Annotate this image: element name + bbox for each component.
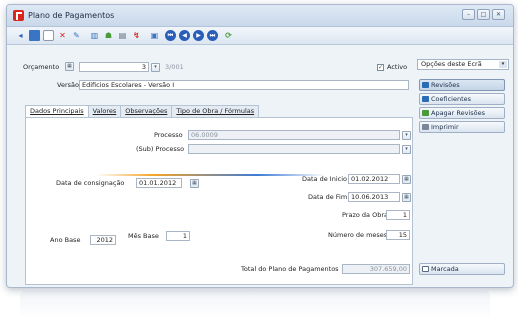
section-divider [96,174,326,176]
subprocesso-label: (Sub) Processo [136,145,185,153]
activo-label: Activo [387,63,408,71]
window-reflection [20,290,490,320]
data-consignacao-calendar-icon[interactable]: ▦ [190,179,199,188]
tab-panel: Processo 06.0009 ▾ (Sub) Processo ▾ Data… [25,117,413,285]
chart-icon[interactable]: ▥ [89,30,100,41]
data-inicio-input[interactable]: 01.02.2012 [348,174,400,184]
total-label: Total do Plano de Pagamentos [241,265,339,273]
revisoes-icon [422,82,429,88]
back-icon[interactable]: ◂ [15,30,26,41]
data-fim-input[interactable]: 10.06.2013 [348,192,400,202]
tab-valores[interactable]: Valores [87,105,122,117]
users-icon[interactable]: ☗ [103,30,114,41]
prazo-input[interactable]: 1 [386,210,410,220]
data-fim-label: Data de Fim [308,193,348,201]
previous-icon[interactable]: ◀ [179,30,190,41]
window-title: Plano de Pagamentos [28,11,115,20]
orcamento-ref: 3/001 [165,63,184,71]
apagar-revisoes-label: Apagar Revisões [431,109,486,117]
data-fim-calendar-icon[interactable]: ▦ [402,193,411,202]
processo-input[interactable]: 06.0009 [188,130,400,140]
main-area: Orçamento ▦ 3 ▾ 3/001 ✓ Activo Versão Ed… [13,51,413,287]
close-button[interactable]: ✕ [492,9,505,20]
activo-checkbox[interactable]: ✓ [377,64,384,71]
print-icon [422,124,429,130]
orcamento-number-input[interactable]: 3 [79,62,149,72]
delete-icon[interactable]: ✕ [57,30,68,41]
app-window: Plano de Pagamentos – □ ✕ ◂ ✕ ✎ ▥ ☗ ▤ ↯ … [6,4,514,288]
data-inicio-label: Data de Inicio [302,175,347,183]
tab-observacoes[interactable]: Observações [120,105,173,117]
title-bar: Plano de Pagamentos – □ ✕ [7,5,513,27]
subprocesso-lookup-icon[interactable]: ▾ [402,145,411,154]
toolbar: ◂ ✕ ✎ ▥ ☗ ▤ ↯ ▣ ⏮ ◀ ▶ ⏭ ⟳ [7,27,513,45]
print-icon[interactable]: ▤ [117,30,128,41]
coeficientes-button[interactable]: Coeficientes [419,93,505,105]
next-icon[interactable]: ▶ [193,30,204,41]
total-value: 307.659,00 [342,264,410,274]
chevron-down-icon: ▾ [499,61,507,68]
prazo-label: Prazo da Obra [342,211,388,219]
options-sidebar: Opções deste Ecrã ▾ Revisões Coeficiente… [417,51,509,287]
apagar-revisoes-icon [422,110,429,116]
imprimir-button[interactable]: Imprimir [419,121,505,133]
imprimir-label: Imprimir [431,123,459,131]
tab-bar: Dados Principais Valores Observações Tip… [25,105,260,118]
orcamento-picker-icon[interactable]: ▾ [151,63,160,72]
save-icon[interactable] [29,30,40,41]
export-icon[interactable]: ↯ [131,30,142,41]
refresh-icon[interactable]: ⟳ [223,30,234,41]
app-logo-icon [13,10,24,21]
orcamento-label: Orçamento [23,63,60,71]
processo-lookup-icon[interactable]: ▾ [402,131,411,140]
processo-label: Processo [154,131,183,139]
edit-icon[interactable]: ✎ [71,30,82,41]
marcada-button[interactable]: Marcada [419,263,505,275]
checkbox-icon [422,266,429,272]
revisoes-button[interactable]: Revisões [419,79,505,91]
versao-label: Versão [57,81,79,89]
subprocesso-input[interactable] [188,144,400,154]
ano-base-label: Ano Base [50,236,81,244]
coeficientes-icon [422,96,429,102]
new-document-icon[interactable] [43,30,54,41]
versao-input[interactable]: Edificios Escolares - Versão I [79,80,409,90]
preview-icon[interactable]: ▣ [149,30,160,41]
mes-base-input[interactable]: 1 [166,231,190,241]
apagar-revisoes-button[interactable]: Apagar Revisões [419,107,505,119]
options-select-label: Opções deste Ecrã [421,60,482,68]
num-meses-label: Número de meses [328,231,388,239]
coeficientes-label: Coeficientes [431,95,472,103]
options-select[interactable]: Opções deste Ecrã ▾ [417,59,509,70]
tab-tipo-de-obra[interactable]: Tipo de Obra / Fórmulas [171,105,260,117]
window-controls: – □ ✕ [462,9,505,20]
data-inicio-calendar-icon[interactable]: ▦ [402,175,411,184]
mes-base-label: Mês Base [128,232,159,240]
minimize-button[interactable]: – [462,9,475,20]
revisoes-label: Revisões [431,81,460,89]
data-consignacao-input[interactable]: 01.01.2012 [136,178,182,188]
last-icon[interactable]: ⏭ [207,30,218,41]
data-consignacao-label: Data de consignação [56,179,125,187]
marcada-label: Marcada [431,265,459,273]
first-icon[interactable]: ⏮ [165,30,176,41]
ano-base-input[interactable]: 2012 [90,235,116,245]
num-meses-input[interactable]: 15 [386,230,410,240]
orcamento-lookup-icon[interactable]: ▦ [65,62,74,71]
maximize-button[interactable]: □ [477,9,490,20]
